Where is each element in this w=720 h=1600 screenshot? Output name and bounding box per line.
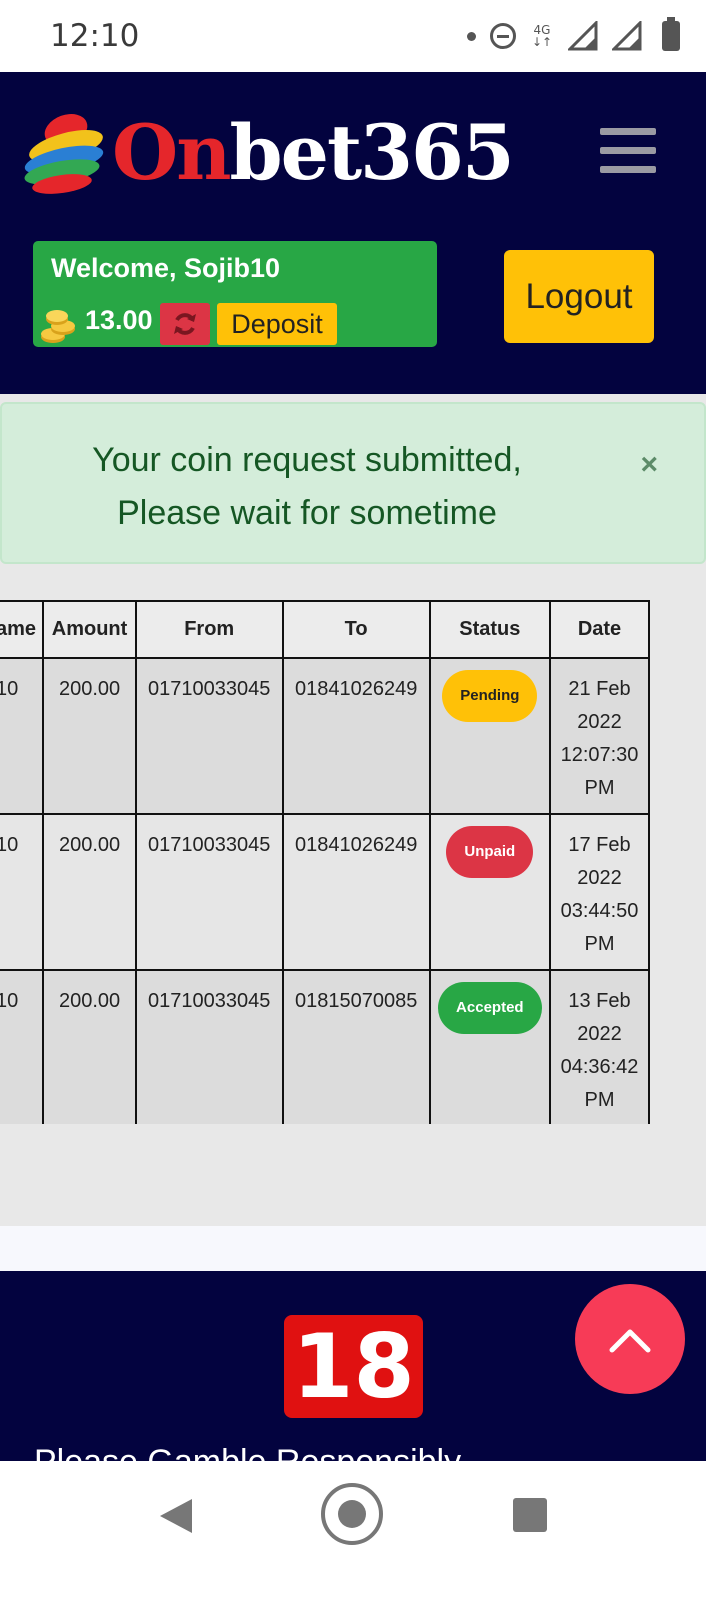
table-row: 10 200.00 01710033045 01815070085 Accept… [0, 969, 650, 1124]
logo-text-on: On [112, 108, 231, 197]
status-badge-unpaid: Unpaid [446, 826, 534, 878]
cell-amount: 200.00 [42, 657, 137, 815]
alert-line-2: Please wait for sometime [117, 494, 497, 532]
logo-ball-icon [24, 114, 104, 194]
network-label: 4G [533, 23, 551, 37]
signal-icon [612, 21, 642, 51]
responsible-gambling-text: Please Gamble Responsibly [34, 1443, 461, 1461]
cell-name: 10 [0, 969, 45, 1124]
status-icons: 4G ↓↑ [467, 17, 680, 54]
date-year: 2022 [577, 711, 622, 733]
cell-amount: 200.00 [42, 813, 137, 971]
back-icon[interactable] [158, 1497, 194, 1535]
refresh-icon [174, 313, 196, 335]
notification-dot-icon [467, 31, 476, 41]
close-icon[interactable]: × [640, 448, 658, 482]
status-badge-pending: Pending [442, 670, 538, 722]
success-alert: Your coin request submitted, Please wait… [0, 402, 706, 564]
balance-amount: 13.00 [85, 305, 153, 335]
cell-from: 01710033045 [134, 969, 284, 1124]
logo-text: Onbet365 [112, 108, 515, 197]
status-time: 12:10 [50, 18, 140, 54]
hamburger-menu-icon[interactable] [600, 128, 656, 174]
logo-text-bet: bet365 [229, 108, 514, 197]
column-header-status: Status [428, 600, 552, 659]
cell-date: 21 Feb 2022 12:07:30 PM [549, 657, 650, 815]
date-ampm: PM [584, 933, 615, 955]
table-row: 10 200.00 01710033045 01841026249 Pendin… [0, 657, 650, 815]
alert-message: Your coin request submitted, Please wait… [42, 434, 572, 540]
date-day: 13 Feb [568, 990, 631, 1012]
cell-from: 01710033045 [134, 657, 284, 815]
screen: 12:10 4G ↓↑ Onbet365 Welcome, Sojib10 13… [0, 0, 720, 1600]
coin-request-table: ame Amount From To Status Date 10 200.00… [0, 600, 650, 1124]
cell-to: 01841026249 [281, 813, 431, 971]
home-icon[interactable] [321, 1483, 383, 1545]
cell-amount: 200.00 [42, 969, 137, 1124]
alert-line-1: Your coin request submitted, [92, 441, 522, 479]
cell-to: 01841026249 [281, 657, 431, 815]
scroll-to-top-button[interactable] [575, 1284, 685, 1394]
section-divider [0, 1226, 706, 1271]
logout-button[interactable]: Logout [504, 250, 654, 343]
cell-date: 13 Feb 2022 04:36:42 PM [549, 969, 650, 1124]
4g-data-icon: 4G ↓↑ [531, 23, 553, 49]
cell-name: 10 [0, 813, 45, 971]
deposit-button[interactable]: Deposit [217, 303, 337, 345]
date-day: 17 Feb [568, 834, 631, 856]
column-header-amount: Amount [42, 600, 137, 659]
date-ampm: PM [584, 777, 615, 799]
date-day: 21 Feb [568, 678, 631, 700]
cell-name: 10 [0, 657, 45, 815]
date-time: 03:44:50 [560, 900, 639, 922]
system-navigation-bar [0, 1461, 720, 1600]
signal-icon [568, 21, 598, 51]
cell-to: 01815070085 [281, 969, 431, 1124]
site-logo[interactable]: Onbet365 [22, 108, 515, 208]
cell-date: 17 Feb 2022 03:44:50 PM [549, 813, 650, 971]
age-18-badge: 18 [284, 1315, 423, 1418]
battery-icon [662, 17, 680, 51]
date-year: 2022 [577, 1023, 622, 1045]
column-header-name: ame [0, 600, 45, 659]
welcome-text: Welcome, Sojib10 [51, 253, 281, 283]
column-header-from: From [134, 600, 284, 659]
date-ampm: PM [584, 1089, 615, 1111]
chevron-up-icon [609, 1329, 651, 1353]
cell-status: Unpaid [428, 813, 552, 971]
date-time: 04:36:42 [560, 1056, 639, 1078]
column-header-date: Date [549, 600, 650, 659]
table-row: 10 200.00 01710033045 01841026249 Unpaid… [0, 813, 650, 971]
status-bar: 12:10 4G ↓↑ [0, 0, 720, 72]
cell-status: Pending [428, 657, 552, 815]
date-year: 2022 [577, 867, 622, 889]
user-panel: Welcome, Sojib10 13.00 Deposit [33, 241, 437, 347]
status-badge-accepted: Accepted [438, 982, 542, 1034]
column-header-to: To [281, 600, 431, 659]
table-header-row: ame Amount From To Status Date [0, 600, 650, 659]
coins-icon [41, 310, 75, 343]
date-time: 12:07:30 [560, 744, 639, 766]
main-content: Your coin request submitted, Please wait… [0, 394, 706, 1226]
refresh-balance-button[interactable] [160, 303, 210, 345]
site-header: Onbet365 Welcome, Sojib10 13.00 Deposit … [0, 72, 706, 394]
cell-from: 01710033045 [134, 813, 284, 971]
recent-apps-icon[interactable] [513, 1498, 547, 1532]
do-not-disturb-icon [490, 23, 516, 49]
coin-request-table-container[interactable]: ame Amount From To Status Date 10 200.00… [0, 600, 706, 1124]
cell-status: Accepted [428, 969, 552, 1124]
